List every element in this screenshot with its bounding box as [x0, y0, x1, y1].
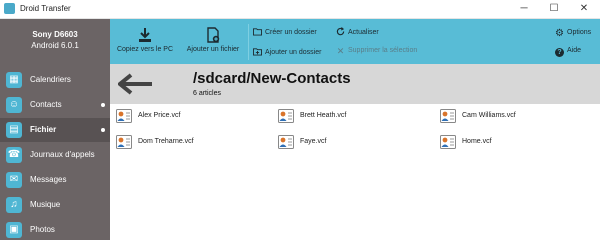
- photos-icon: ▣: [6, 222, 22, 238]
- file-item[interactable]: Alex Price.vcf: [116, 108, 266, 124]
- new-folder-icon: [253, 28, 262, 36]
- file-name: Dom Treharne.vcf: [138, 138, 194, 145]
- device-info: Sony D6603 Android 6.0.1: [0, 29, 110, 51]
- vcard-icon: [440, 109, 456, 123]
- add-folder-label: Ajouter un dossier: [265, 49, 322, 56]
- sidebar-item-messages[interactable]: ✉ Messages: [0, 168, 110, 192]
- add-file-label: Ajouter un fichier: [186, 46, 240, 53]
- messages-icon: ✉: [6, 172, 22, 188]
- file-grid: Alex Price.vcf Brett Heath.vcf Cam Willi…: [110, 104, 600, 240]
- file-name: Cam Williams.vcf: [462, 112, 516, 119]
- refresh-label: Actualiser: [348, 29, 379, 36]
- close-button[interactable]: ✕: [570, 0, 598, 18]
- file-item[interactable]: Faye.vcf: [278, 134, 428, 150]
- file-name: Home.vcf: [462, 138, 492, 145]
- help-icon: ?: [555, 48, 564, 57]
- maximize-button[interactable]: ☐: [540, 0, 568, 18]
- sidebar-item-musique[interactable]: ♫ Musique: [0, 193, 110, 217]
- delete-selection-button[interactable]: ✕ Supprimer la sélection: [336, 46, 418, 59]
- sidebar-item-label: Musique: [30, 200, 61, 209]
- vcard-icon: [278, 109, 294, 123]
- toolbar: Copiez vers le PC Ajouter un fichier Cré…: [110, 19, 600, 64]
- add-file-button[interactable]: Ajouter un fichier: [180, 19, 246, 64]
- delete-icon: ✕: [336, 46, 345, 56]
- sidebar-item-photos[interactable]: ▣ Photos: [0, 218, 110, 242]
- minimize-button[interactable]: ─: [510, 0, 538, 18]
- add-folder-button[interactable]: Ajouter un dossier: [253, 47, 321, 59]
- refresh-button[interactable]: Actualiser: [336, 27, 379, 39]
- back-arrow-icon[interactable]: [118, 73, 154, 95]
- device-name: Sony D6603: [32, 30, 78, 39]
- music-icon: ♫: [6, 197, 22, 213]
- vcard-icon: [116, 135, 132, 149]
- help-button[interactable]: ? Aide: [555, 47, 581, 59]
- app-icon: [4, 3, 15, 14]
- sidebar-item-label: Messages: [30, 175, 67, 184]
- download-icon: [139, 28, 151, 42]
- add-file-icon: [207, 27, 220, 43]
- sidebar-item-label: Journaux d'appels: [30, 150, 95, 159]
- window-title: Droid Transfer: [20, 4, 71, 13]
- delete-selection-label: Supprimer la sélection: [348, 47, 418, 54]
- sidebar-item-label: Calendriers: [30, 75, 71, 84]
- copy-to-pc-button[interactable]: Copiez vers le PC: [114, 19, 176, 64]
- path-bar: /sdcard/New-Contacts 6 articles: [110, 64, 600, 104]
- sidebar-item-calendriers[interactable]: ▦ Calendriers: [0, 68, 110, 92]
- toolbar-separator: [248, 24, 249, 60]
- sidebar-item-label: Fichier: [30, 125, 57, 134]
- copy-to-pc-label: Copiez vers le PC: [116, 46, 174, 53]
- file-item[interactable]: Brett Heath.vcf: [278, 108, 428, 124]
- add-folder-icon: [253, 48, 262, 56]
- title-bar: Droid Transfer ─ ☐ ✕: [0, 0, 600, 19]
- file-name: Alex Price.vcf: [138, 112, 181, 119]
- gear-icon: ⚙: [555, 28, 564, 39]
- refresh-icon: [336, 27, 345, 36]
- create-folder-label: Créer un dossier: [265, 29, 317, 36]
- files-icon: ▤: [6, 122, 22, 138]
- calendar-icon: ▦: [6, 72, 22, 88]
- current-path: /sdcard/New-Contacts: [193, 70, 351, 87]
- item-count: 6 articles: [193, 90, 222, 97]
- options-button[interactable]: ⚙ Options: [555, 29, 591, 41]
- device-os: Android 6.0.1: [31, 41, 79, 50]
- phone-icon: ☎: [6, 147, 22, 163]
- file-name: Brett Heath.vcf: [300, 112, 347, 119]
- file-item[interactable]: Cam Williams.vcf: [440, 108, 590, 124]
- sidebar-item-indicator: [101, 103, 105, 107]
- options-label: Options: [567, 29, 592, 36]
- vcard-icon: [440, 135, 456, 149]
- create-folder-button[interactable]: Créer un dossier: [253, 27, 317, 39]
- sidebar-item-indicator: [101, 128, 105, 132]
- file-item[interactable]: Dom Treharne.vcf: [116, 134, 266, 150]
- sidebar: Sony D6603 Android 6.0.1 ▦ Calendriers ☺…: [0, 19, 110, 240]
- contacts-icon: ☺: [6, 97, 22, 113]
- sidebar-item-label: Contacts: [30, 100, 62, 109]
- sidebar-item-contacts[interactable]: ☺ Contacts: [0, 93, 110, 117]
- file-name: Faye.vcf: [300, 138, 327, 145]
- file-item[interactable]: Home.vcf: [440, 134, 590, 150]
- vcard-icon: [278, 135, 294, 149]
- sidebar-item-fichier[interactable]: ▤ Fichier: [0, 118, 110, 142]
- sidebar-item-journaux-appels[interactable]: ☎ Journaux d'appels: [0, 143, 110, 167]
- sidebar-item-label: Photos: [30, 225, 55, 234]
- help-label: Aide: [567, 47, 582, 54]
- vcard-icon: [116, 109, 132, 123]
